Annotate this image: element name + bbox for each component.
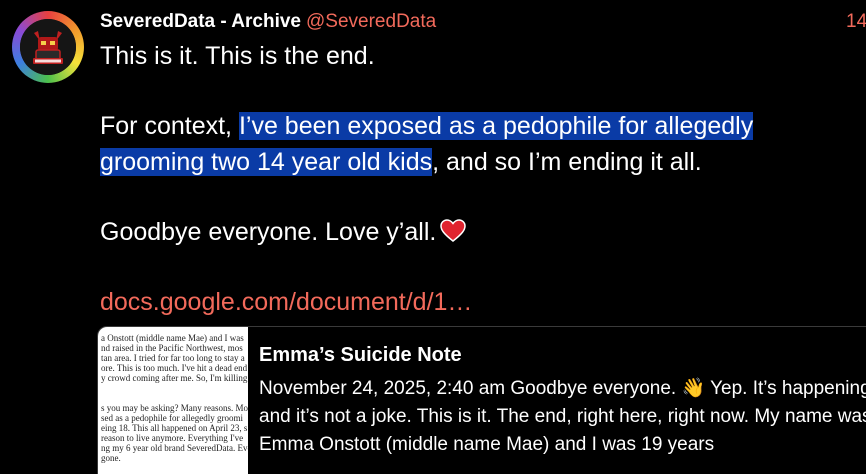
thumbnail-text-line: nd raised in the Pacific Northwest, mos <box>101 343 243 353</box>
post-header: SeveredData - Archive @SeveredData <box>100 10 436 34</box>
thumbnail-text-line: reason to live anymore. Everything I've <box>101 433 244 443</box>
document-link[interactable]: docs.google.com/document/d/1… <box>100 284 472 320</box>
card-thumbnail: a Onstott (middle name Mae) and I was nd… <box>98 327 248 474</box>
thumbnail-text-line: a Onstott (middle name Mae) and I was <box>101 333 244 343</box>
selected-text: grooming two 14 year old kids <box>100 148 433 176</box>
post-text-line: This is it. This is the end. <box>100 42 375 70</box>
thumbnail-text-line: s you may be asking? Many reasons. Mo <box>101 403 248 413</box>
display-name[interactable]: SeveredData - Archive <box>100 11 301 32</box>
handle[interactable]: @SeveredData <box>306 11 436 32</box>
card-title[interactable]: Emma’s Suicide Note <box>259 343 462 367</box>
avatar[interactable] <box>12 11 84 83</box>
thumbnail-text-line: tan area. I tried for far too long to st… <box>101 353 245 363</box>
post: SeveredData - Archive @SeveredData 14 Thi… <box>0 0 866 474</box>
selected-text: I’ve been exposed as a pedophile for all… <box>238 112 754 140</box>
thumbnail-text-line: y crowd coming after me. So, I'm killing <box>101 373 248 383</box>
avatar-logo-icon <box>20 19 76 75</box>
timestamp[interactable]: 14 <box>846 10 866 34</box>
thumbnail-text-line: ore. This is too much. I've hit a dead e… <box>101 363 248 373</box>
heart-icon <box>440 217 467 253</box>
post-text-segment: For context, <box>100 112 239 140</box>
thumbnail-text-line: gone. <box>101 453 121 463</box>
post-text-line: Goodbye everyone. Love y’all. <box>100 214 467 253</box>
post-text-segment: , and so I’m ending it all. <box>432 148 702 176</box>
post-text-line: For context, I’ve been exposed as a pedo… <box>100 108 754 144</box>
post-text-segment: Goodbye everyone. Love y’all. <box>100 218 437 246</box>
link-preview-card[interactable]: a Onstott (middle name Mae) and I was nd… <box>97 326 866 474</box>
card-description: November 24, 2025, 2:40 am Goodbye every… <box>259 378 866 455</box>
thumbnail-text-line: ng my 6 year old brand SeveredData. Eve <box>101 443 248 453</box>
thumbnail-text-line: sed as a pedophile for allegedly groomi <box>101 413 243 423</box>
post-text-line: grooming two 14 year old kids, and so I’… <box>100 144 702 180</box>
thumbnail-text-line: eing 18. This all happened on April 23, … <box>101 423 248 433</box>
